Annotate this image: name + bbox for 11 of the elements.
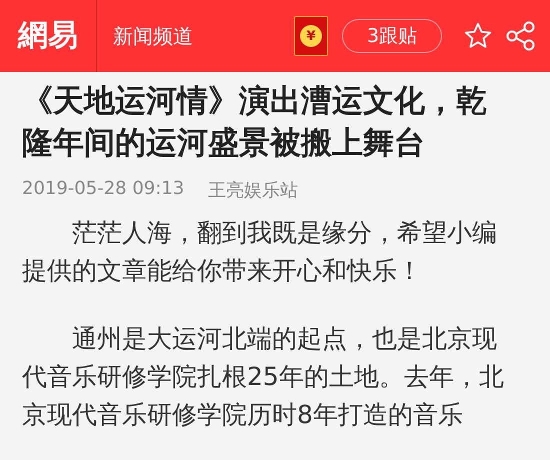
publish-date: 2019-05-28 09:13 <box>22 178 184 201</box>
logo[interactable]: 網易 <box>0 0 97 72</box>
article-title: 《天地运河情》演出漕运文化，乾隆年间的运河盛景被搬上舞台 <box>22 82 488 163</box>
source-link[interactable]: 王亮娱乐站 <box>208 178 298 202</box>
comments-button[interactable]: 3跟贴 <box>342 19 442 53</box>
lucky-money-button[interactable]: ¥ <box>294 16 328 56</box>
paragraph: 茫茫人海，翻到我既是缘分，希望小编提供的文章能给你带来开心和快乐！ <box>22 217 498 287</box>
channel-title[interactable]: 新闻频道 <box>113 22 193 50</box>
star-icon[interactable] <box>464 22 492 50</box>
paragraph: 通州是大运河北端的起点，也是北京现代音乐研修学院扎根25年的土地。去年，北京现代音乐研修学院历时8年打造的音乐 <box>22 323 505 431</box>
share-icon[interactable] <box>506 21 536 51</box>
